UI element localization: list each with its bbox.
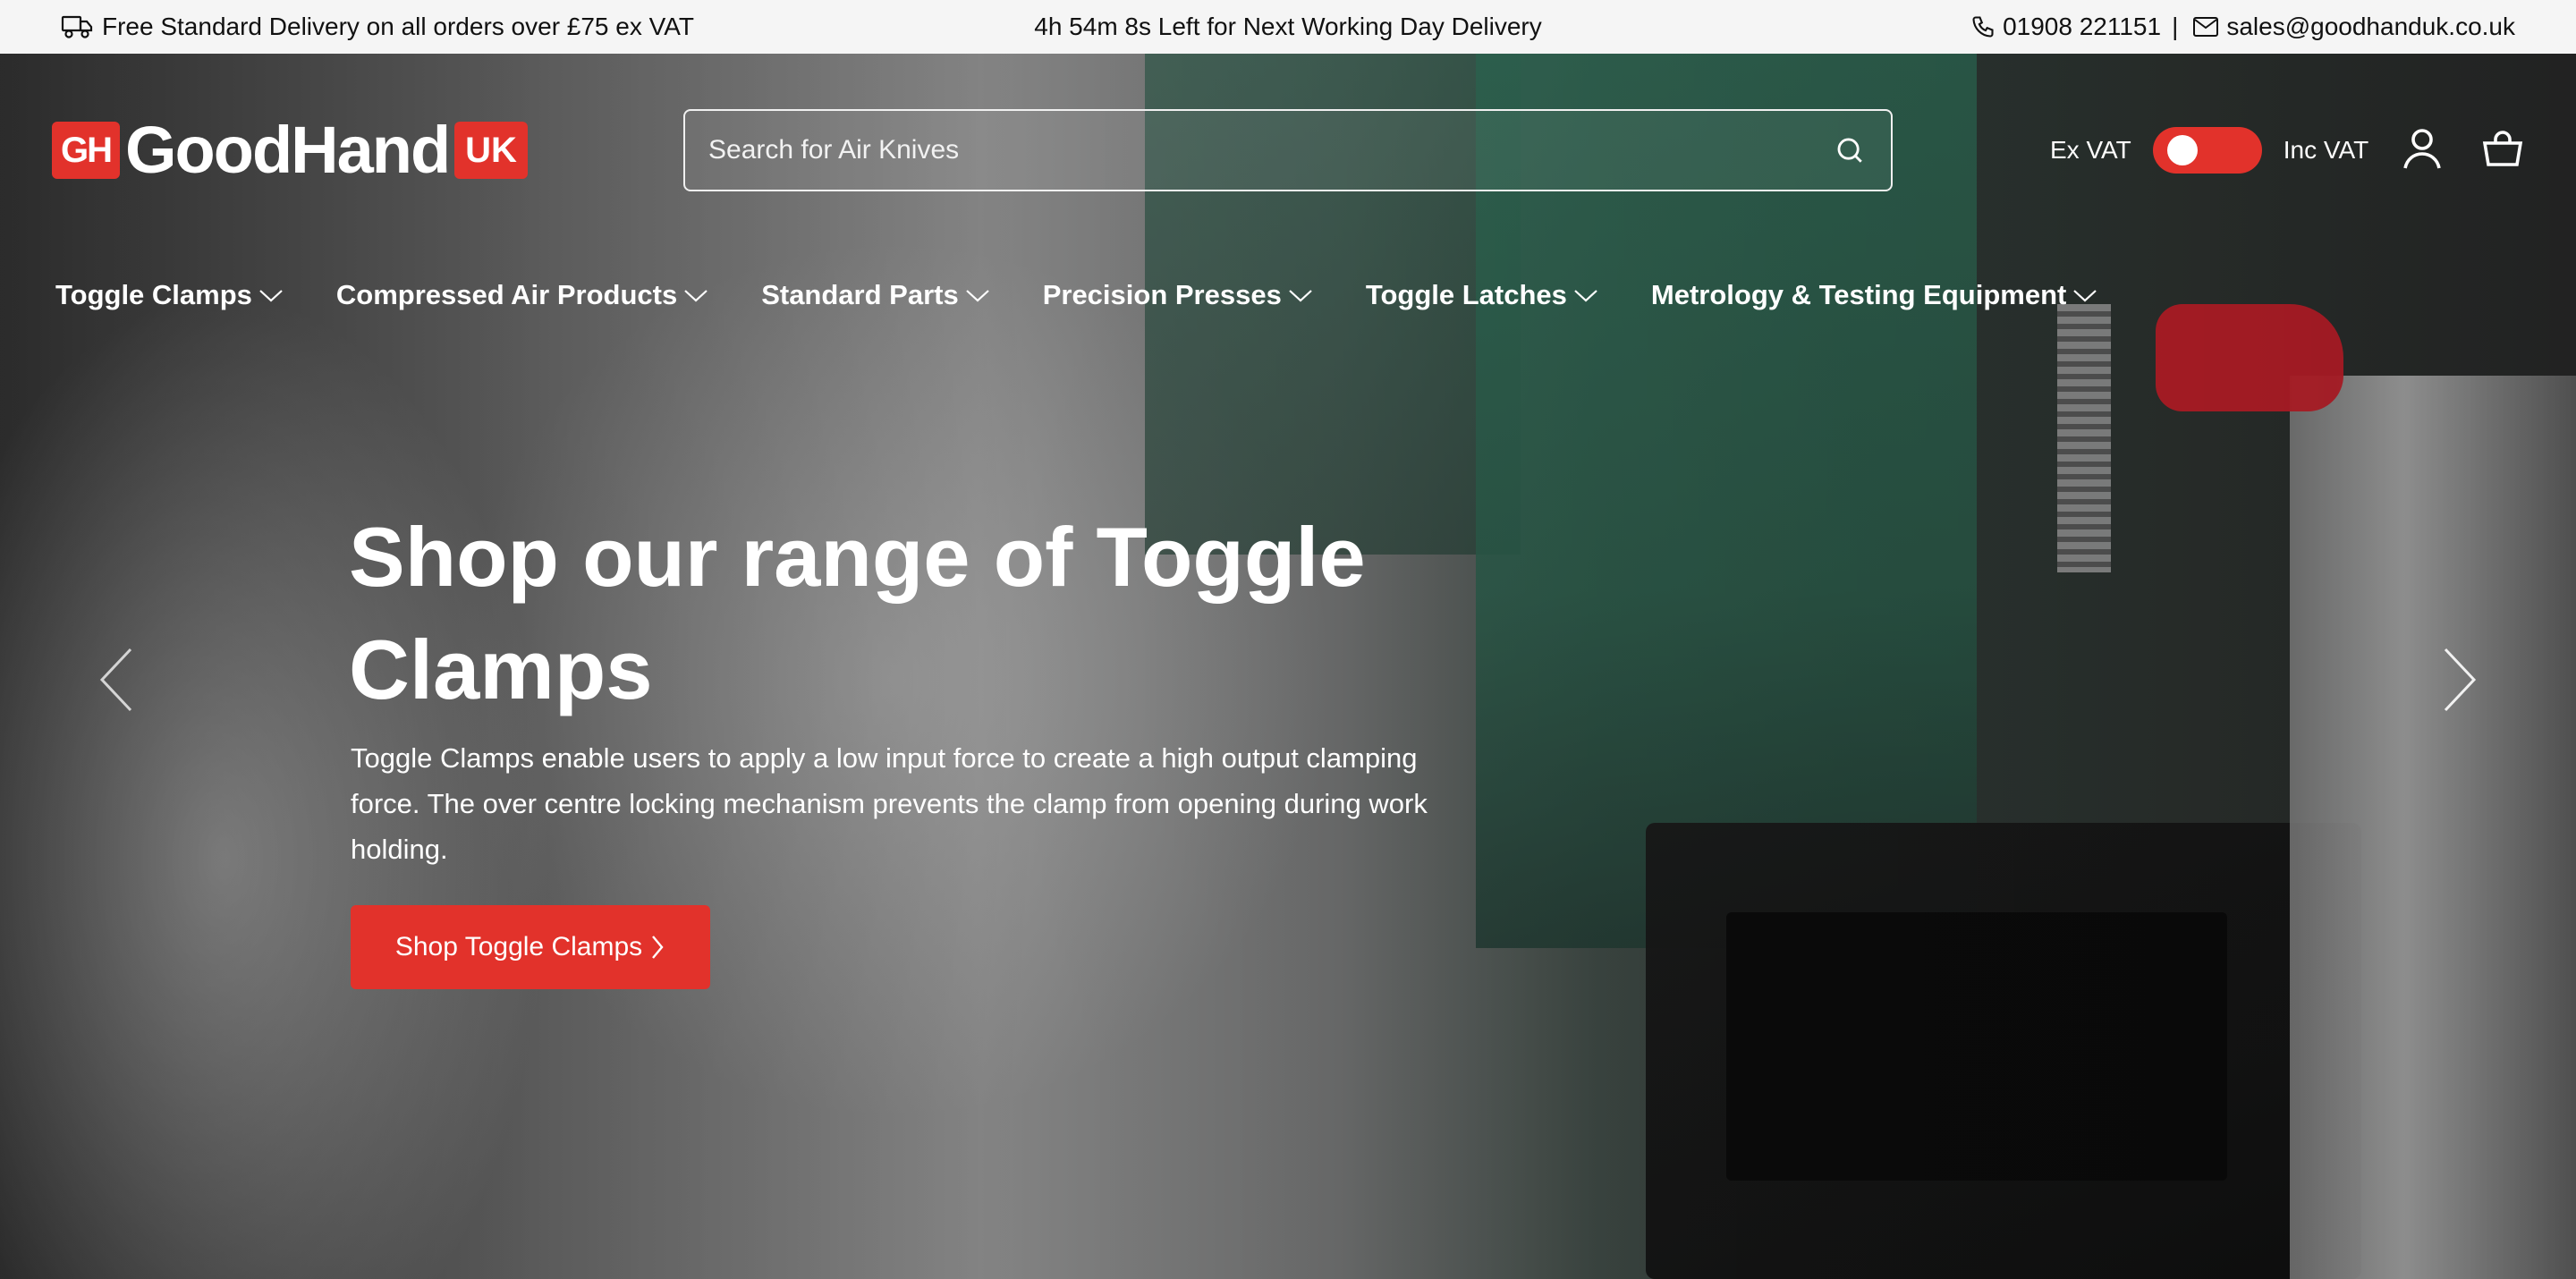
nav-item-compressed-air-products[interactable]: Compressed Air Products (336, 279, 709, 311)
chevron-down-icon (1574, 290, 1597, 302)
email-link[interactable]: sales@goodhanduk.co.uk (2226, 13, 2515, 41)
phone-icon (1970, 14, 1996, 39)
hero-button-label: Shop Toggle Clamps (394, 932, 643, 961)
vat-toggle[interactable] (2152, 127, 2262, 174)
ex-vat-label: Ex VAT (2050, 136, 2131, 164)
hero-description: Toggle Clamps enable users to apply a lo… (351, 742, 1428, 865)
arrow-right-icon (2444, 648, 2477, 712)
free-delivery-text: Free Standard Delivery on all orders ove… (102, 13, 694, 40)
contact-separator: | (2172, 13, 2179, 40)
truck-icon (61, 14, 93, 39)
nav-item-label: Precision Presses (1042, 279, 1282, 310)
basket-icon[interactable] (2481, 127, 2524, 170)
free-delivery-notice: Free Standard Delivery on all orders ove… (61, 0, 694, 54)
announcement-bar: Free Standard Delivery on all orders ove… (0, 0, 2576, 54)
mail-icon (2192, 16, 2219, 38)
chevron-down-icon (1289, 290, 1312, 302)
nav-item-standard-parts[interactable]: Standard Parts (761, 279, 991, 311)
nav-item-metrology-testing-equipment[interactable]: Metrology & Testing Equipment (1651, 279, 2098, 311)
contact-info: 01908 221151 | sales@goodhanduk.co.uk (1970, 0, 2515, 54)
nav-item-toggle-latches[interactable]: Toggle Latches (1366, 279, 1599, 311)
search-input[interactable] (708, 135, 1832, 165)
main-navigation: Toggle Clamps Compressed Air Products St… (55, 275, 2098, 315)
logo-badge: UK (454, 122, 528, 179)
site-logo[interactable]: GH GoodHand UK (52, 113, 528, 187)
arrow-left-icon (99, 648, 132, 712)
nav-item-label: Compressed Air Products (335, 279, 678, 310)
logo-mark: GH (52, 122, 120, 179)
nav-item-toggle-clamps[interactable]: Toggle Clamps (55, 279, 284, 311)
nav-item-label: Toggle Latches (1365, 279, 1567, 310)
search-bar (683, 109, 1893, 191)
nav-item-label: Toggle Clamps (55, 279, 252, 310)
vat-switch: Ex VAT Inc VAT (2050, 123, 2368, 177)
chevron-down-icon (684, 290, 708, 302)
chevron-down-icon (259, 290, 283, 302)
logo-name: GoodHand (125, 113, 451, 187)
shop-toggle-clamps-button[interactable]: Shop Toggle Clamps (351, 905, 710, 989)
nav-item-label: Metrology & Testing Equipment (1650, 279, 2067, 310)
nav-item-label: Standard Parts (761, 279, 959, 310)
carousel-next-arrow[interactable] (2433, 644, 2487, 716)
nav-item-precision-presses[interactable]: Precision Presses (1043, 279, 1314, 311)
delivery-countdown: 4h 54m 8s Left for Next Working Day Deli… (1034, 13, 1542, 40)
chevron-down-icon (965, 290, 989, 302)
chevron-right-icon (652, 936, 664, 959)
account-icon[interactable] (2401, 125, 2444, 172)
phone-link[interactable]: 01908 221151 (2003, 13, 2161, 41)
carousel-prev-arrow[interactable] (89, 644, 143, 716)
search-icon[interactable] (1832, 132, 1868, 168)
chevron-down-icon (2073, 290, 2097, 302)
inc-vat-label: Inc VAT (2283, 136, 2369, 164)
hero-title: Shop our range of Toggle Clamps (349, 510, 1366, 716)
